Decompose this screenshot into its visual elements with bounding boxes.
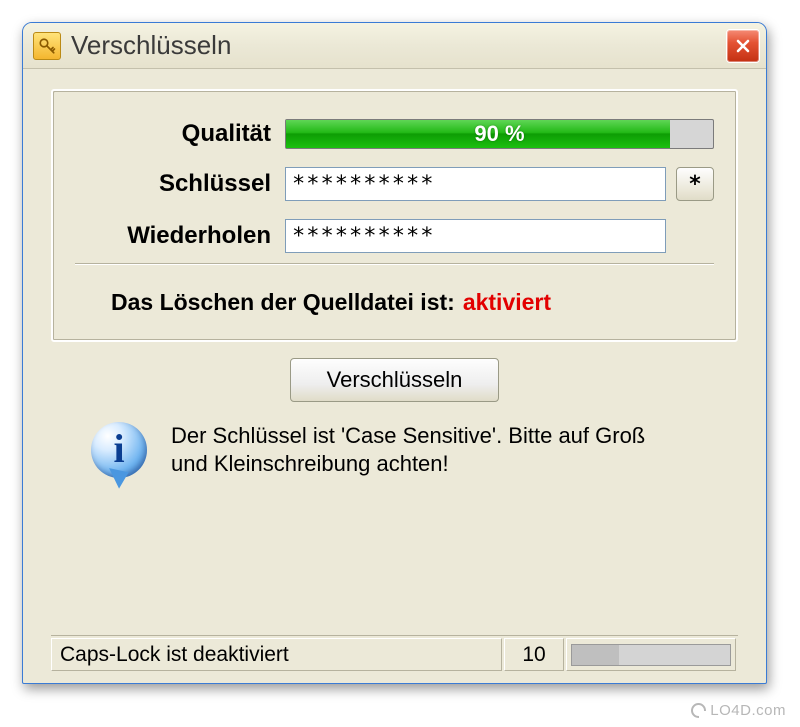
quality-row: Qualität 90 % (75, 119, 714, 149)
repeat-input[interactable] (285, 219, 666, 253)
close-icon (735, 38, 751, 54)
repeat-label: Wiederholen (75, 222, 285, 250)
status-mini-progress-cell (566, 638, 736, 671)
status-count: 10 (504, 638, 564, 671)
titlebar[interactable]: Verschlüsseln (23, 23, 766, 69)
key-row: Schlüssel * (75, 167, 714, 201)
quality-progress-text: 90 % (286, 120, 713, 148)
divider (75, 263, 714, 265)
key-input[interactable] (285, 167, 666, 201)
encrypt-button[interactable]: Verschlüsseln (290, 358, 500, 402)
quality-progress: 90 % (285, 119, 714, 149)
repeat-row: Wiederholen (75, 219, 714, 253)
statusbar: Caps-Lock ist deaktiviert 10 (51, 635, 738, 673)
delete-status-value: aktiviert (463, 289, 551, 316)
capslock-status: Caps-Lock ist deaktiviert (51, 638, 502, 671)
watermark-icon (691, 703, 706, 718)
form-panel: Qualität 90 % Schlüssel * Wiederholen Da… (51, 89, 738, 342)
info-icon: i (91, 422, 155, 486)
watermark-text: LO4D.com (710, 702, 786, 719)
key-icon (33, 32, 61, 60)
close-button[interactable] (726, 29, 760, 63)
client-area: Qualität 90 % Schlüssel * Wiederholen Da… (23, 69, 766, 683)
watermark: LO4D.com (691, 702, 786, 719)
reveal-password-button[interactable]: * (676, 167, 714, 201)
key-label: Schlüssel (75, 170, 285, 198)
info-row: i Der Schlüssel ist 'Case Sensitive'. Bi… (51, 422, 738, 486)
status-mini-progress (571, 644, 731, 666)
delete-status-label: Das Löschen der Quelldatei ist: (111, 289, 455, 316)
action-row: Verschlüsseln (51, 358, 738, 402)
encrypt-dialog: Verschlüsseln Qualität 90 % Schlüssel * … (22, 22, 767, 684)
status-mini-progress-fill (572, 645, 619, 665)
window-title: Verschlüsseln (71, 30, 231, 61)
quality-label: Qualität (75, 120, 285, 148)
info-text: Der Schlüssel ist 'Case Sensitive'. Bitt… (171, 422, 651, 477)
delete-status: Das Löschen der Quelldatei ist: aktivier… (75, 289, 714, 316)
